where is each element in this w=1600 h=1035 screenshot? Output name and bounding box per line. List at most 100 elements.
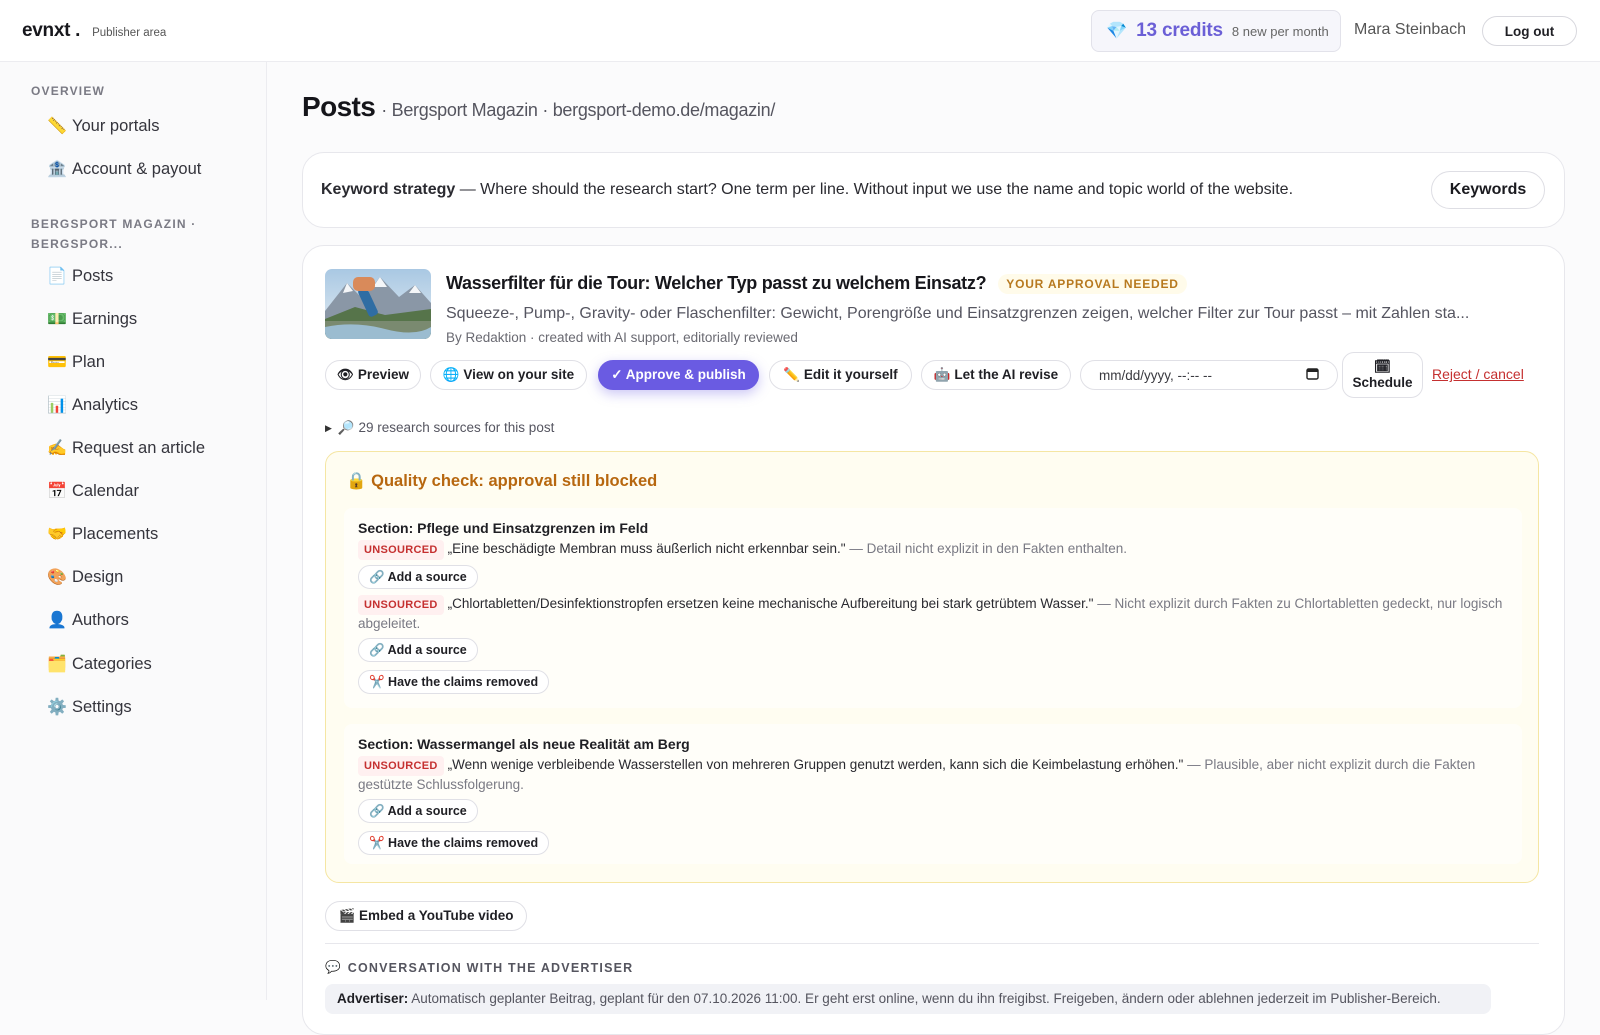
sidebar: OVERVIEW 📏 Your portals 🏦 Account & payo… bbox=[0, 62, 267, 1000]
divider bbox=[325, 943, 1539, 944]
sidebar-item-calendar[interactable]: 📅 Calendar bbox=[46, 478, 139, 504]
unsourced-tag: UNSOURCED bbox=[358, 756, 444, 776]
bar-chart-icon: 📊 bbox=[47, 397, 67, 414]
sidebar-item-label: Authors bbox=[72, 610, 129, 629]
calendar-small-icon: 🗓 bbox=[1373, 359, 1392, 374]
claim-quote: „Eine beschädigte Membran muss äußerlich… bbox=[447, 541, 846, 556]
sidebar-item-label: Categories bbox=[72, 654, 152, 673]
remove-claims-button[interactable]: ✂️ Have the claims removed bbox=[358, 670, 550, 694]
sidebar-item-request-article[interactable]: ✍️ Request an article bbox=[46, 435, 205, 461]
conversation-heading: 💬 CONVERSATION WITH THE ADVERTISER bbox=[325, 960, 633, 975]
schedule-label: Schedule bbox=[1352, 375, 1413, 390]
quality-check-panel: 🔒 Quality check: approval still blocked … bbox=[325, 451, 1539, 883]
sidebar-item-placements[interactable]: 🤝 Placements bbox=[46, 521, 158, 547]
qc-section: Section: Pflege und Einsatzgrenzen im Fe… bbox=[344, 508, 1522, 708]
message-text: Automatisch geplanter Beitrag, geplant f… bbox=[408, 991, 1441, 1006]
sidebar-item-label: Design bbox=[72, 567, 124, 586]
claim-quote: „Wenn wenige verbleibende Wasserstellen … bbox=[447, 757, 1184, 772]
sidebar-item-plan[interactable]: 💳 Plan bbox=[46, 349, 105, 375]
sidebar-item-label: Placements bbox=[72, 524, 159, 543]
unsourced-tag: UNSOURCED bbox=[358, 540, 444, 560]
keyword-strategy-card: Keyword strategy — Where should the rese… bbox=[302, 152, 1565, 228]
sidebar-item-categories[interactable]: 🗂️ Categories bbox=[46, 651, 152, 677]
sidebar-item-label: Analytics bbox=[72, 395, 139, 414]
sidebar-item-label: Account & payout bbox=[72, 159, 202, 178]
sidebar-item-portals[interactable]: 📏 Your portals bbox=[46, 113, 159, 139]
post-excerpt: Squeeze-, Pump-, Gravity- oder Flaschenf… bbox=[446, 305, 1470, 322]
post-thumbnail[interactable] bbox=[325, 269, 431, 339]
credits-count: 13 credits bbox=[1136, 20, 1223, 41]
keyword-strategy-label: Keyword strategy bbox=[321, 181, 456, 198]
message-author: Advertiser: bbox=[337, 991, 409, 1006]
schedule-datetime-input[interactable]: mm/dd/yyyy, --:-- -- bbox=[1080, 360, 1338, 390]
credits-badge[interactable]: 💎 13 credits 8 new per month bbox=[1091, 10, 1341, 52]
palette-icon: 🎨 bbox=[47, 569, 67, 586]
bank-icon: 🏦 bbox=[47, 161, 67, 178]
user-icon: 👤 bbox=[47, 612, 67, 629]
sidebar-item-label: Plan bbox=[72, 352, 106, 371]
disclosure-triangle-icon: ▶ bbox=[325, 422, 332, 433]
page-header: Posts · Bergsport Magazin · bergsport-de… bbox=[302, 91, 775, 123]
claim: UNSOURCED „Eine beschädigte Membran muss … bbox=[358, 540, 1508, 560]
reject-cancel-link[interactable]: Reject / cancel bbox=[1432, 366, 1524, 382]
unsourced-tag: UNSOURCED bbox=[358, 595, 444, 615]
sidebar-item-label: Posts bbox=[72, 266, 114, 285]
sidebar-item-posts[interactable]: 📄 Posts bbox=[46, 263, 113, 289]
qc-section-title: Section: Pflege und Einsatzgrenzen im Fe… bbox=[358, 520, 649, 536]
mountain-landscape-image bbox=[325, 269, 431, 339]
money-icon: 💵 bbox=[47, 311, 67, 328]
add-source-button[interactable]: 🔗 Add a source bbox=[358, 565, 478, 589]
approve-publish-button[interactable]: ✓ Approve & publish bbox=[598, 360, 759, 390]
area-label: Publisher area bbox=[92, 27, 167, 39]
credit-card-icon: 💳 bbox=[47, 354, 67, 371]
research-sources-label: 🔎 29 research sources for this post bbox=[337, 420, 555, 435]
page-title: Posts bbox=[302, 91, 376, 122]
keywords-button[interactable]: Keywords bbox=[1431, 171, 1545, 209]
handshake-icon: 🤝 bbox=[47, 526, 67, 543]
sidebar-item-analytics[interactable]: 📊 Analytics bbox=[46, 392, 138, 418]
post-card: Wasserfilter für die Tour: Welcher Typ p… bbox=[302, 245, 1565, 1035]
page-icon: 📄 bbox=[47, 268, 67, 285]
writing-hand-icon: ✍️ bbox=[47, 440, 67, 457]
post-title[interactable]: Wasserfilter für die Tour: Welcher Typ p… bbox=[446, 273, 987, 294]
user-name: Mara Steinbach bbox=[1354, 21, 1467, 38]
post-title-row: Wasserfilter für die Tour: Welcher Typ p… bbox=[446, 273, 1187, 294]
logo[interactable]: evnxt . bbox=[22, 20, 80, 42]
add-source-button[interactable]: 🔗 Add a source bbox=[358, 638, 478, 662]
speech-bubble-icon: 💬 bbox=[325, 960, 342, 974]
view-on-site-button[interactable]: 🌐 View on your site bbox=[430, 360, 587, 390]
breadcrumb: · Bergsport Magazin · bergsport-demo.de/… bbox=[381, 100, 776, 120]
conversation-message: Advertiser: Automatisch geplanter Beitra… bbox=[325, 984, 1491, 1014]
sidebar-item-earnings[interactable]: 💵 Earnings bbox=[46, 306, 137, 332]
sidebar-item-design[interactable]: 🎨 Design bbox=[46, 564, 123, 590]
gem-icon: 💎 bbox=[1106, 21, 1128, 40]
brand[interactable]: evnxt . Publisher area bbox=[22, 20, 166, 42]
schedule-button[interactable]: 🗓 Schedule bbox=[1342, 352, 1423, 398]
top-bar: evnxt . Publisher area 💎 13 credits 8 ne… bbox=[0, 0, 1600, 62]
sidebar-heading-portal: BERGSPORT MAGAZIN · BERGSPOR... bbox=[31, 217, 197, 251]
quality-check-title: 🔒 Quality check: approval still blocked bbox=[346, 472, 658, 490]
sidebar-item-account[interactable]: 🏦 Account & payout bbox=[46, 156, 201, 182]
preview-button[interactable]: 👁 Preview bbox=[325, 360, 421, 390]
sidebar-item-label: Settings bbox=[72, 697, 132, 716]
gear-icon: ⚙️ bbox=[47, 699, 67, 716]
embed-youtube-button[interactable]: 🎬 Embed a YouTube video bbox=[325, 901, 527, 931]
logout-button[interactable]: Log out bbox=[1482, 16, 1577, 46]
sidebar-item-label: Request an article bbox=[72, 438, 205, 457]
qc-section-title: Section: Wassermangel als neue Realität … bbox=[358, 736, 690, 752]
calendar-icon: 📅 bbox=[47, 483, 67, 500]
edit-yourself-button[interactable]: ✏️ Edit it yourself bbox=[769, 360, 912, 390]
research-sources-toggle[interactable]: ▶ 🔎 29 research sources for this post bbox=[325, 420, 554, 436]
sidebar-item-settings[interactable]: ⚙️ Settings bbox=[46, 694, 132, 720]
claim-quote: „Chlortabletten/Desinfektionstropfen ers… bbox=[447, 596, 1094, 611]
conversation-heading-label: CONVERSATION WITH THE ADVERTISER bbox=[347, 960, 634, 975]
status-badge: YOUR APPROVAL NEEDED bbox=[998, 273, 1187, 294]
add-source-button[interactable]: 🔗 Add a source bbox=[358, 799, 478, 823]
qc-section: Section: Wassermangel als neue Realität … bbox=[344, 724, 1522, 864]
calendar-icon bbox=[1306, 367, 1319, 383]
ai-revise-button[interactable]: 🤖 Let the AI revise bbox=[921, 360, 1071, 390]
remove-claims-button[interactable]: ✂️ Have the claims removed bbox=[358, 831, 550, 855]
sidebar-item-label: Your portals bbox=[72, 116, 160, 135]
keyword-strategy-text: Keyword strategy — Where should the rese… bbox=[321, 181, 1293, 199]
sidebar-item-authors[interactable]: 👤 Authors bbox=[46, 607, 129, 633]
